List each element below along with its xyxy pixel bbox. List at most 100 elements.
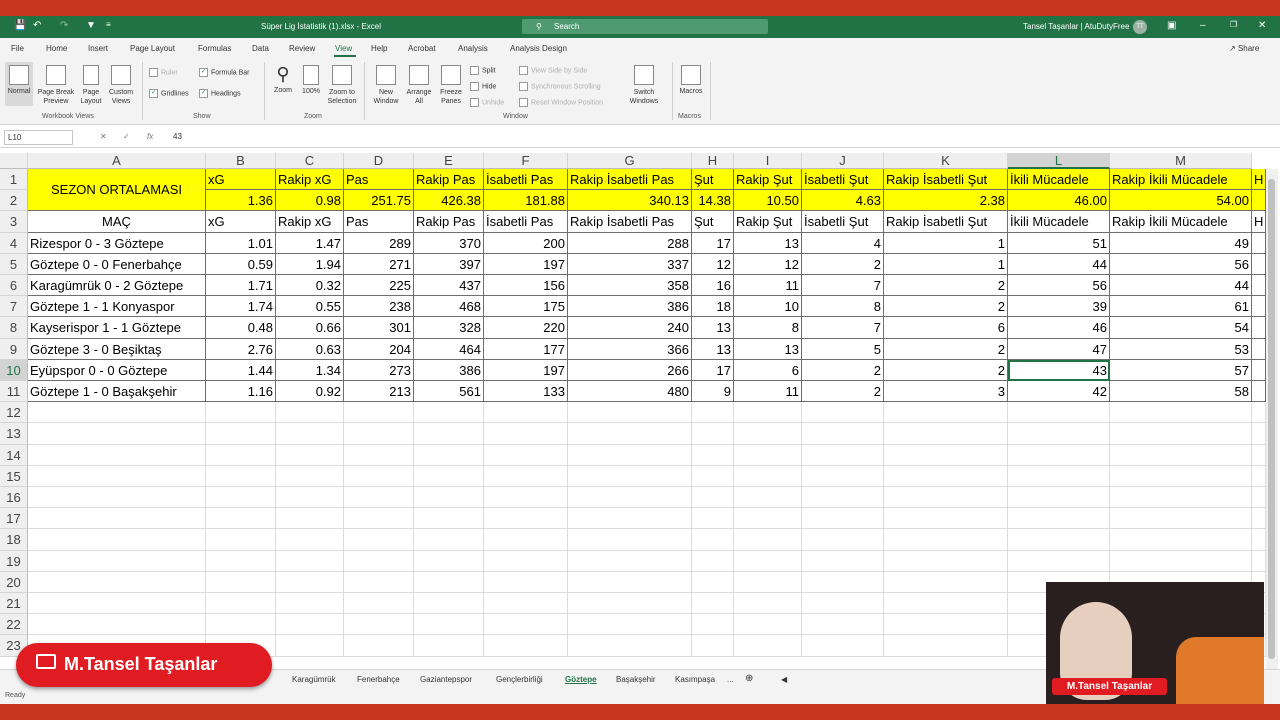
cancel-icon[interactable]: ✕ <box>100 132 107 141</box>
tab-file[interactable]: File <box>11 44 24 53</box>
match-stat-cell[interactable]: 46 <box>1008 317 1110 339</box>
match-stat-cell[interactable]: 57 <box>1110 360 1252 381</box>
empty-cell[interactable] <box>206 466 276 487</box>
match-stat-cell[interactable]: 2.76 <box>206 339 276 360</box>
empty-cell[interactable] <box>568 529 692 551</box>
match-name-cell[interactable]: Göztepe 1 - 1 Konyaspor <box>28 296 206 317</box>
match-stat-cell[interactable]: 1.44 <box>206 360 276 381</box>
match-table-header[interactable]: H <box>1252 211 1266 233</box>
match-stat-cell[interactable] <box>1252 254 1266 275</box>
match-stat-cell[interactable]: 0.59 <box>206 254 276 275</box>
empty-cell[interactable] <box>692 593 734 614</box>
row-header[interactable]: 22 <box>0 614 28 635</box>
empty-cell[interactable] <box>884 508 1008 529</box>
stat-header[interactable]: xG <box>206 169 276 190</box>
match-stat-cell[interactable]: 61 <box>1110 296 1252 317</box>
empty-cell[interactable] <box>884 487 1008 508</box>
empty-cell[interactable] <box>734 551 802 572</box>
empty-cell[interactable] <box>692 529 734 551</box>
match-name-cell[interactable]: Eyüpspor 0 - 0 Göztepe <box>28 360 206 381</box>
empty-cell[interactable] <box>344 508 414 529</box>
formula-bar-checkbox[interactable]: ✓ Formula Bar <box>199 68 250 77</box>
empty-cell[interactable] <box>206 508 276 529</box>
row-header[interactable]: 11 <box>0 381 28 402</box>
match-stat-cell[interactable]: 17 <box>692 233 734 254</box>
tab-analysis-design[interactable]: Analysis Design <box>510 44 567 53</box>
column-header[interactable]: A <box>28 153 206 169</box>
match-stat-cell[interactable]: 240 <box>568 317 692 339</box>
match-stat-cell[interactable]: 11 <box>734 275 802 296</box>
match-stat-cell[interactable]: 7 <box>802 275 884 296</box>
empty-cell[interactable] <box>276 423 344 445</box>
scroll-left-icon[interactable]: ◀ <box>781 675 787 684</box>
empty-cell[interactable] <box>802 402 884 423</box>
match-stat-cell[interactable]: 1.16 <box>206 381 276 402</box>
empty-cell[interactable] <box>1252 423 1266 445</box>
season-average-title[interactable]: SEZON ORTALAMASI <box>28 169 206 211</box>
empty-cell[interactable] <box>276 402 344 423</box>
match-name-cell[interactable]: Karagümrük 0 - 2 Göztepe <box>28 275 206 296</box>
hide-button[interactable]: Hide <box>470 82 496 91</box>
zoom-to-selection-button[interactable]: Zoom to Selection <box>325 62 359 106</box>
undo-icon[interactable]: ↶ <box>33 20 41 31</box>
match-stat-cell[interactable]: 386 <box>414 360 484 381</box>
empty-cell[interactable] <box>692 508 734 529</box>
match-stat-cell[interactable]: 289 <box>344 233 414 254</box>
empty-cell[interactable] <box>28 466 206 487</box>
more-sheets[interactable]: ... <box>727 675 734 684</box>
match-table-header[interactable]: Rakip İsabetli Pas <box>568 211 692 233</box>
match-table-header[interactable]: Rakip xG <box>276 211 344 233</box>
match-table-header[interactable]: İsabetli Pas <box>484 211 568 233</box>
stat-header[interactable]: Rakip İsabetli Şut <box>884 169 1008 190</box>
empty-cell[interactable] <box>484 508 568 529</box>
empty-cell[interactable] <box>28 423 206 445</box>
stat-header[interactable]: İsabetli Pas <box>484 169 568 190</box>
column-header[interactable]: K <box>884 153 1008 169</box>
column-header[interactable]: H <box>692 153 734 169</box>
empty-cell[interactable] <box>568 614 692 635</box>
empty-cell[interactable] <box>206 593 276 614</box>
stat-header[interactable]: İsabetli Şut <box>802 169 884 190</box>
match-stat-cell[interactable]: 2 <box>802 381 884 402</box>
empty-cell[interactable] <box>884 593 1008 614</box>
match-table-header[interactable]: İkili Mücadele <box>1008 211 1110 233</box>
tab-acrobat[interactable]: Acrobat <box>408 44 436 53</box>
season-average-value[interactable]: 14.38 <box>692 190 734 211</box>
season-average-value[interactable]: 0.98 <box>276 190 344 211</box>
season-average-value[interactable]: 10.50 <box>734 190 802 211</box>
empty-cell[interactable] <box>692 551 734 572</box>
empty-cell[interactable] <box>802 593 884 614</box>
match-stat-cell[interactable]: 56 <box>1008 275 1110 296</box>
match-stat-cell[interactable]: 6 <box>734 360 802 381</box>
empty-cell[interactable] <box>414 551 484 572</box>
match-stat-cell[interactable]: 5 <box>802 339 884 360</box>
empty-cell[interactable] <box>568 445 692 466</box>
function-icon[interactable]: fx <box>147 132 153 141</box>
match-stat-cell[interactable]: 13 <box>692 339 734 360</box>
row-header[interactable]: 7 <box>0 296 28 317</box>
match-stat-cell[interactable]: 8 <box>734 317 802 339</box>
row-header[interactable]: 12 <box>0 402 28 423</box>
tab-review[interactable]: Review <box>289 44 315 53</box>
season-average-value[interactable]: 181.88 <box>484 190 568 211</box>
empty-cell[interactable] <box>734 466 802 487</box>
match-stat-cell[interactable]: 44 <box>1008 254 1110 275</box>
match-stat-cell[interactable] <box>1252 360 1266 381</box>
match-stat-cell[interactable]: 3 <box>884 381 1008 402</box>
empty-cell[interactable] <box>884 529 1008 551</box>
match-stat-cell[interactable]: 16 <box>692 275 734 296</box>
match-stat-cell[interactable]: 4 <box>802 233 884 254</box>
match-stat-cell[interactable]: 468 <box>414 296 484 317</box>
match-stat-cell[interactable]: 1.47 <box>276 233 344 254</box>
match-stat-cell[interactable]: 561 <box>414 381 484 402</box>
empty-cell[interactable] <box>206 402 276 423</box>
zoom-button[interactable]: ⚲ Zoom <box>270 62 296 94</box>
match-stat-cell[interactable]: 1 <box>884 233 1008 254</box>
match-stat-cell[interactable]: 11 <box>734 381 802 402</box>
empty-cell[interactable] <box>692 635 734 657</box>
empty-cell[interactable] <box>344 487 414 508</box>
empty-cell[interactable] <box>568 551 692 572</box>
empty-cell[interactable] <box>344 614 414 635</box>
column-header[interactable]: L <box>1008 153 1110 169</box>
empty-cell[interactable] <box>568 487 692 508</box>
